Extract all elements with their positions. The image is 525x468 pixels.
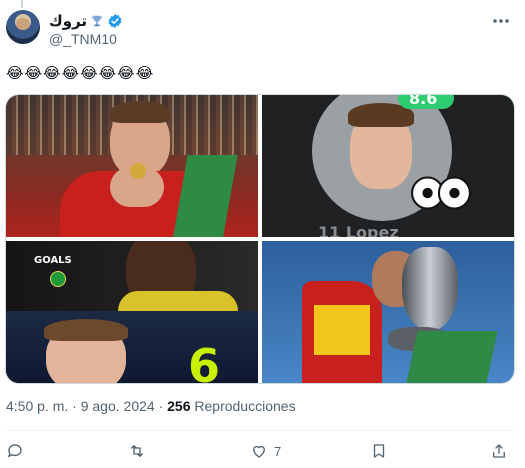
thread-line — [21, 0, 23, 8]
meta-separator-2: · — [158, 398, 164, 414]
handle[interactable]: @_TNM10 — [49, 31, 123, 47]
photo-player-kissing-trophy[interactable] — [262, 241, 514, 383]
action-bar: 7 — [0, 440, 525, 462]
tweet-time[interactable]: 4:50 p. m. — [6, 398, 68, 414]
share-icon — [493, 444, 505, 458]
flag-green — [172, 155, 238, 237]
goals-label: GOALS — [34, 255, 72, 266]
tweet-date[interactable]: 9 ago. 2024 — [81, 398, 155, 414]
young-player-hair — [44, 319, 128, 341]
repost-icon — [131, 445, 143, 457]
photo-player-kissing-medal[interactable] — [6, 95, 258, 237]
spain-flag-yellow — [314, 305, 370, 355]
bookmark-icon — [373, 444, 385, 458]
repost-button[interactable] — [128, 440, 146, 462]
heart-icon — [253, 445, 265, 458]
tweet-meta: 4:50 p. m. · 9 ago. 2024 · 256 Reproducc… — [6, 398, 296, 414]
share-button[interactable] — [490, 440, 508, 462]
like-button[interactable]: 7 — [250, 440, 281, 462]
photo-goals-graphic[interactable]: GOALS 6 — [6, 241, 258, 383]
bookmark-button[interactable] — [370, 440, 388, 462]
brazil-flag-icon — [50, 271, 66, 287]
rating-value: 8.6 — [409, 95, 438, 108]
media-grid[interactable]: 8.6 11 Lopez GOALS 6 — [5, 94, 515, 384]
like-count: 7 — [274, 443, 282, 459]
avatar-face — [16, 18, 30, 30]
avatar[interactable] — [6, 10, 40, 44]
tweet-text: 😂😂😂😂😂😂😂😂 — [6, 65, 155, 82]
verified-badge-icon — [108, 14, 122, 28]
more-options-icon[interactable] — [491, 14, 511, 28]
bottom-panel — [6, 311, 258, 383]
display-name[interactable]: تروك — [49, 12, 87, 30]
two-goals-icon — [411, 176, 471, 210]
reply-button[interactable] — [6, 440, 24, 462]
player-name: 11 Lopez — [318, 223, 399, 237]
trophy-icon — [91, 15, 103, 27]
reply-icon — [7, 444, 22, 458]
author-block: تروك @_TNM10 — [49, 12, 123, 47]
photo-player-rating-card[interactable]: 8.6 11 Lopez — [262, 95, 514, 237]
views-label: Reproducciones — [194, 398, 296, 414]
goals-count: 6 — [188, 339, 221, 383]
trophy-cup — [402, 247, 458, 331]
views-count: 256 — [167, 398, 191, 414]
meta-separator: · — [72, 398, 77, 414]
player-hair — [110, 101, 170, 123]
medal — [130, 163, 146, 179]
divider — [6, 430, 513, 431]
green-flag — [406, 331, 498, 383]
